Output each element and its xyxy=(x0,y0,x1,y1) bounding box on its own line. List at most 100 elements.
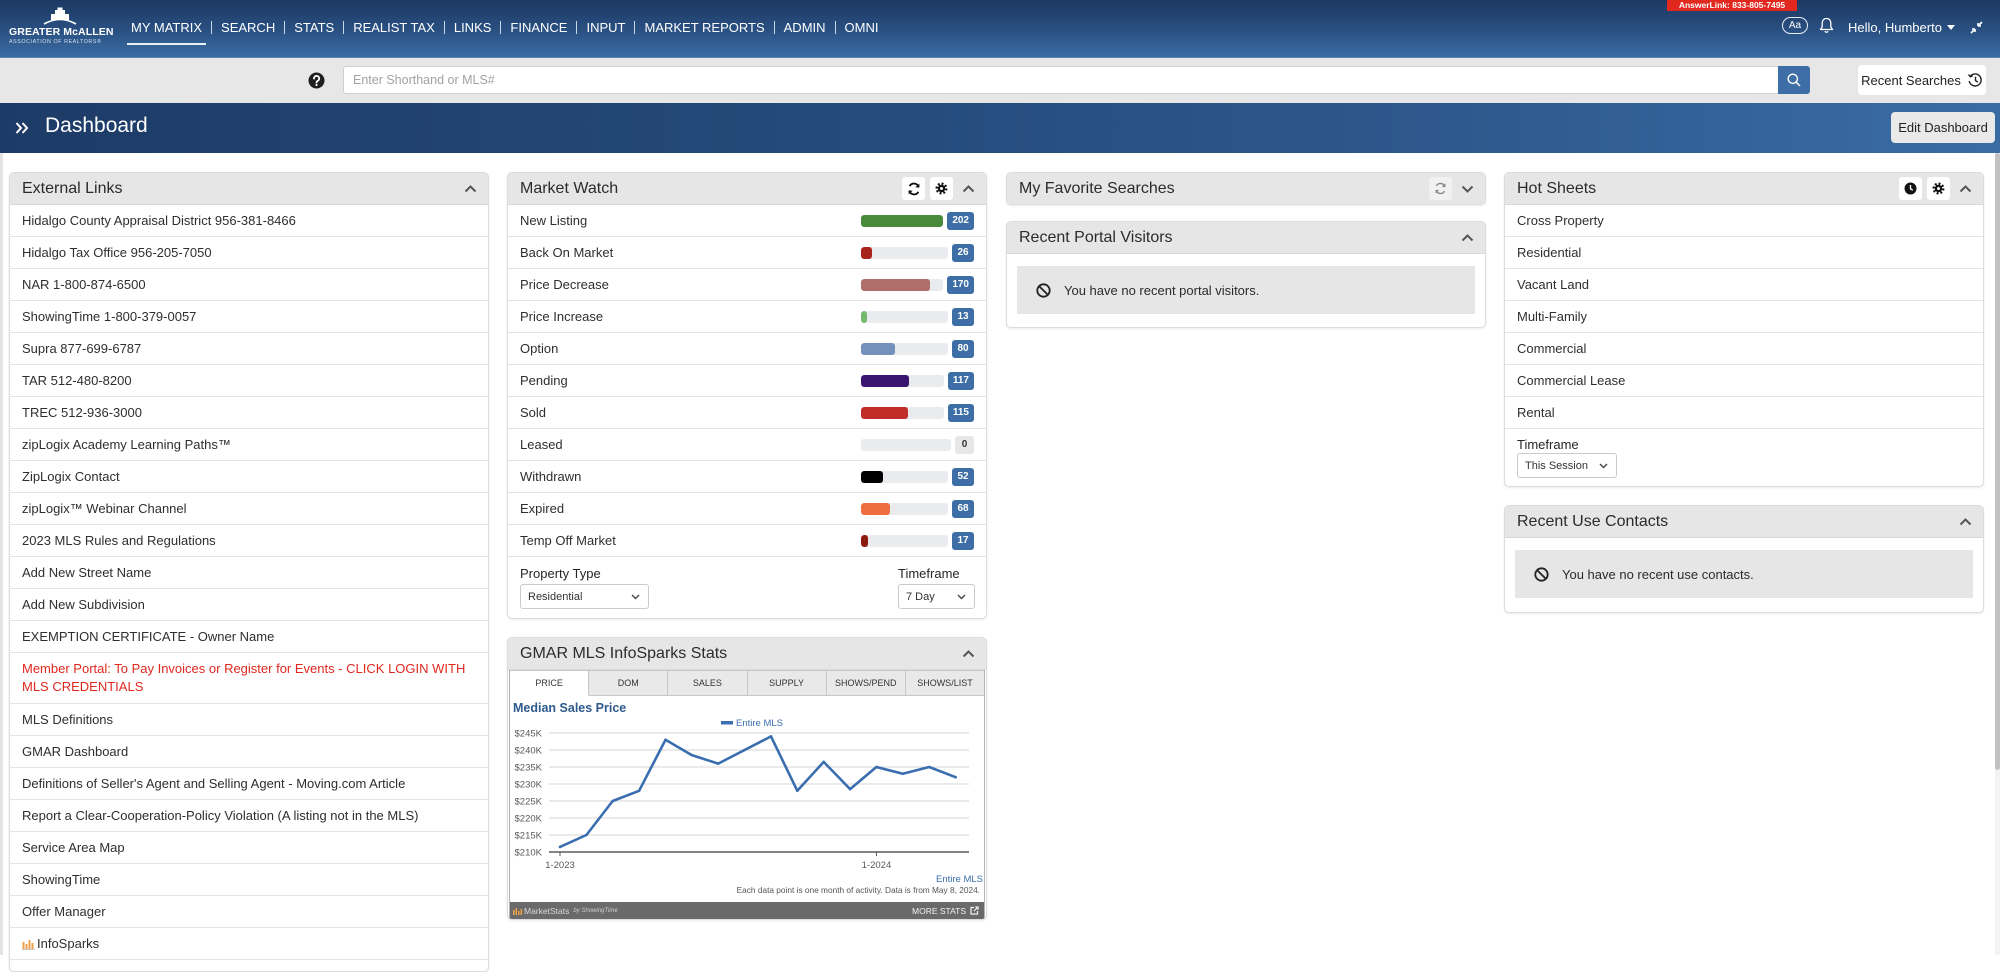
double-chevron-right-icon[interactable] xyxy=(15,121,29,135)
more-stats-link[interactable]: MORE STATS xyxy=(912,906,979,916)
count-badge[interactable]: 80 xyxy=(952,339,974,358)
external-link-item[interactable]: ShowingTime 1-800-379-0057 xyxy=(10,301,488,333)
source-link[interactable]: Entire MLS xyxy=(936,874,983,885)
external-link-item-infosparks[interactable]: InfoSparks xyxy=(10,928,488,960)
tab-supply[interactable]: SUPPLY xyxy=(747,670,827,696)
hot-sheet-item[interactable]: Commercial Lease xyxy=(1505,365,1983,397)
market-watch-item[interactable]: Temp Off Market 17 xyxy=(508,525,986,557)
count-badge[interactable]: 26 xyxy=(952,243,974,262)
external-link-item[interactable]: Hidalgo Tax Office 956-205-7050 xyxy=(10,237,488,269)
answerlink-badge[interactable]: AnswerLink: 833-805-7495 xyxy=(1667,0,1797,11)
market-watch-item[interactable]: Withdrawn 52 xyxy=(508,461,986,493)
nav-realist-tax[interactable]: REALIST TAX xyxy=(353,20,435,35)
external-link-item[interactable]: EXEMPTION CERTIFICATE - Owner Name xyxy=(10,621,488,653)
nav-search[interactable]: SEARCH xyxy=(221,20,275,35)
timeframe-select[interactable]: This Session xyxy=(1517,453,1617,478)
gmar-logo[interactable]: GREATER McALLEN ASSOCIATION OF REALTORS® xyxy=(8,7,113,47)
count-badge[interactable]: 170 xyxy=(947,275,974,294)
shorthand-mls-search-input[interactable] xyxy=(343,66,1778,94)
collapse-button[interactable] xyxy=(1957,514,1973,530)
tab-dom[interactable]: DOM xyxy=(589,670,669,696)
refresh-button[interactable] xyxy=(902,177,925,200)
external-link-item[interactable]: TREC 512-936-3000 xyxy=(10,397,488,429)
history-button[interactable] xyxy=(1899,177,1922,200)
marketstats-logo[interactable]: MarketStats by ShowingTime xyxy=(513,906,618,916)
hot-sheet-item[interactable]: Cross Property xyxy=(1505,205,1983,237)
external-link-item[interactable]: Service Area Map xyxy=(10,832,488,864)
external-link-item[interactable]: ZipLogix Contact xyxy=(10,461,488,493)
nav-links[interactable]: LINKS xyxy=(454,20,492,35)
collapse-button[interactable] xyxy=(1459,230,1475,246)
font-size-button[interactable]: Aa xyxy=(1782,17,1808,34)
refresh-button[interactable] xyxy=(1429,177,1452,200)
external-link-item[interactable]: 2023 MLS Rules and Regulations xyxy=(10,525,488,557)
count-badge[interactable]: 115 xyxy=(947,403,974,422)
external-link-item[interactable]: Definitions of Seller's Agent and Sellin… xyxy=(10,768,488,800)
market-watch-item[interactable]: Sold 115 xyxy=(508,397,986,429)
count-badge[interactable]: 68 xyxy=(952,499,974,518)
nav-market-reports[interactable]: MARKET REPORTS xyxy=(644,20,764,35)
count-badge[interactable]: 117 xyxy=(947,371,974,390)
external-link-item[interactable]: Hidalgo County Appraisal District 956-38… xyxy=(10,205,488,237)
external-link-item[interactable]: Add New Subdivision xyxy=(10,589,488,621)
market-watch-item[interactable]: Leased 0 xyxy=(508,429,986,461)
count-badge[interactable]: 202 xyxy=(947,211,974,230)
count-badge[interactable]: 17 xyxy=(952,531,974,550)
market-watch-item[interactable]: Price Decrease 170 xyxy=(508,269,986,301)
count-badge[interactable]: 13 xyxy=(952,307,974,326)
hot-sheet-item[interactable]: Residential xyxy=(1505,237,1983,269)
market-watch-item[interactable]: Back On Market 26 xyxy=(508,237,986,269)
search-button[interactable] xyxy=(1778,66,1810,94)
tab-shows-pend[interactable]: SHOWS/PEND xyxy=(826,670,906,696)
nav-my-matrix[interactable]: MY MATRIX xyxy=(126,20,207,45)
nav-omni[interactable]: OMNI xyxy=(845,20,879,35)
tab-sales[interactable]: SALES xyxy=(668,670,748,696)
collapse-button[interactable] xyxy=(960,646,976,662)
external-link-item[interactable]: Offer Manager xyxy=(10,896,488,928)
external-link-item[interactable]: ShowingTime xyxy=(10,864,488,896)
bell-icon[interactable] xyxy=(1819,17,1834,34)
external-link-item[interactable]: TAR 512-480-8200 xyxy=(10,365,488,397)
legend-label[interactable]: Entire MLS xyxy=(736,718,783,729)
scrollbar-thumb[interactable] xyxy=(1995,153,2000,770)
collapse-button[interactable] xyxy=(960,181,976,197)
external-link-item[interactable]: Add New Street Name xyxy=(10,557,488,589)
count-badge[interactable]: 52 xyxy=(952,467,974,486)
user-menu[interactable]: Hello, Humberto xyxy=(1848,20,1942,35)
market-watch-item[interactable]: Expired 68 xyxy=(508,493,986,525)
market-watch-item[interactable]: Price Increase 13 xyxy=(508,301,986,333)
member-portal-link[interactable]: Member Portal: To Pay Invoices or Regist… xyxy=(10,653,488,704)
caret-down-icon[interactable] xyxy=(1947,25,1955,30)
hot-sheet-item[interactable]: Vacant Land xyxy=(1505,269,1983,301)
settings-button[interactable] xyxy=(1927,177,1950,200)
timeframe-select[interactable]: 7 Day xyxy=(898,584,975,609)
collapse-button[interactable] xyxy=(1957,181,1973,197)
market-watch-item[interactable]: Pending 117 xyxy=(508,365,986,397)
external-link-item[interactable]: zipLogix™ Webinar Channel xyxy=(10,493,488,525)
property-type-select[interactable]: Residential xyxy=(520,584,649,609)
help-icon[interactable] xyxy=(308,72,325,89)
collapse-button[interactable] xyxy=(462,181,478,197)
external-link-item[interactable]: MLS Definitions xyxy=(10,704,488,736)
nav-finance[interactable]: FINANCE xyxy=(510,20,567,35)
market-watch-item[interactable]: Option 80 xyxy=(508,333,986,365)
settings-button[interactable] xyxy=(930,177,953,200)
tab-price[interactable]: PRICE xyxy=(510,670,590,696)
nav-input[interactable]: INPUT xyxy=(586,20,625,35)
count-badge[interactable]: 0 xyxy=(955,435,974,454)
expand-button[interactable] xyxy=(1459,181,1475,197)
hot-sheet-item[interactable]: Multi-Family xyxy=(1505,301,1983,333)
recent-searches-button[interactable]: Recent Searches xyxy=(1858,65,1986,95)
external-link-item[interactable]: Supra 877-699-6787 xyxy=(10,333,488,365)
compress-icon[interactable] xyxy=(1970,21,1983,34)
market-watch-item[interactable]: New Listing 202 xyxy=(508,205,986,237)
external-link-item[interactable]: Report a Clear-Cooperation-Policy Violat… xyxy=(10,800,488,832)
edit-dashboard-button[interactable]: Edit Dashboard xyxy=(1891,112,1995,143)
external-link-item[interactable]: zipLogix Academy Learning Paths™ xyxy=(10,429,488,461)
nav-admin[interactable]: ADMIN xyxy=(784,20,826,35)
external-link-item[interactable]: GMAR Dashboard xyxy=(10,736,488,768)
tab-shows-list[interactable]: SHOWS/LIST xyxy=(905,670,985,696)
hot-sheet-item[interactable]: Rental xyxy=(1505,397,1983,429)
nav-stats[interactable]: STATS xyxy=(294,20,334,35)
hot-sheet-item[interactable]: Commercial xyxy=(1505,333,1983,365)
